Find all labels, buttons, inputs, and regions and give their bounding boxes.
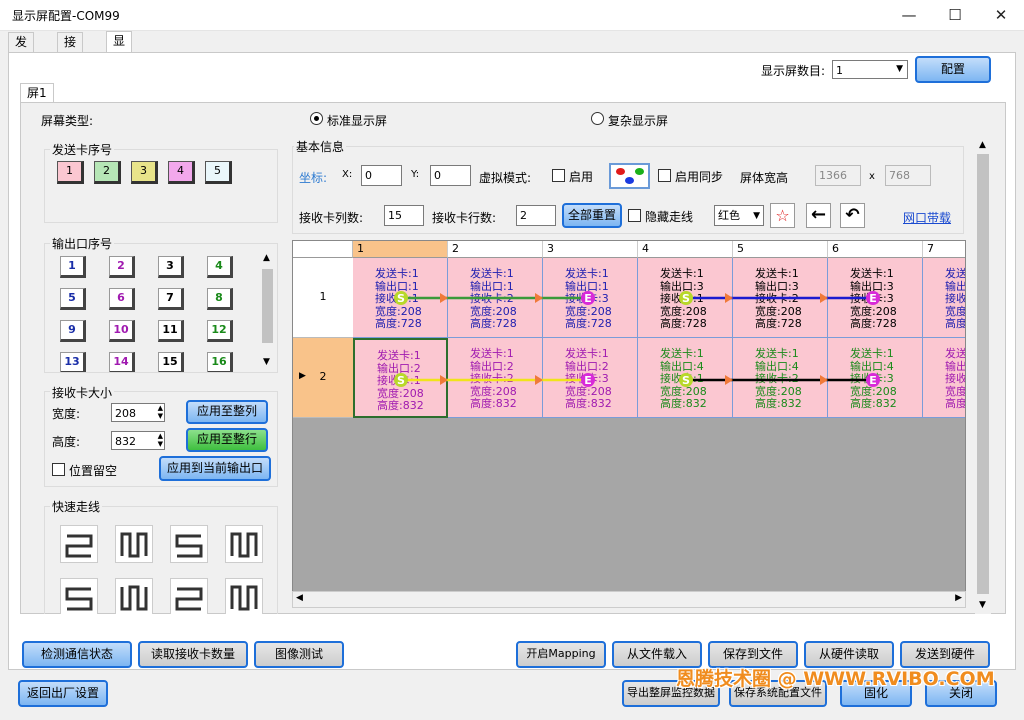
route-arrow-icon — [440, 375, 448, 385]
read-receiver-count-button[interactable]: 读取接收卡数量 — [138, 641, 248, 668]
panel-scroll-thumb[interactable] — [977, 154, 989, 594]
quick-route-pattern-icon[interactable] — [115, 578, 153, 614]
cols-label: 接收卡列数: — [299, 211, 364, 225]
coord-label: 坐标: — [299, 171, 328, 185]
virtual-pixel-icon[interactable] — [609, 163, 650, 189]
mapping-button[interactable]: 开启Mapping — [516, 641, 606, 668]
x-separator: x — [869, 171, 875, 182]
route-marker-letter: E — [869, 292, 877, 305]
color-select[interactable]: 红色 ▼ — [714, 205, 764, 226]
y-input[interactable]: 0 — [430, 165, 471, 186]
screen-width-input[interactable]: 1366 — [815, 165, 861, 186]
watermark: 恩腾技术圈 @ WWW.RVIBO.COM — [676, 668, 995, 690]
screen-height-input[interactable]: 768 — [885, 165, 931, 186]
route-marker-letter: E — [584, 292, 592, 305]
quick-route-pattern-icon[interactable] — [225, 578, 263, 614]
hide-route-label: 隐藏走线 — [645, 210, 694, 224]
quick-route-pattern-icon[interactable] — [170, 578, 208, 614]
route-marker-letter: E — [584, 374, 592, 387]
virtual-enable-checkbox[interactable] — [552, 169, 565, 182]
route-arrow-icon — [725, 293, 733, 303]
route-marker-letter: S — [682, 374, 690, 387]
x-label: X: — [342, 169, 353, 180]
app-window: 显示屏配置-COM99 — ☐ ✕ 发送卡 接收卡 显示屏连接 显示屏数目: 1… — [0, 0, 1024, 720]
undo-icon[interactable]: ↶ — [840, 203, 865, 228]
basic-info-title: 基本信息 — [294, 138, 347, 155]
route-marker-letter: E — [869, 374, 877, 387]
route-arrow-icon — [535, 293, 543, 303]
quick-route-pattern-icon[interactable] — [115, 525, 153, 563]
scroll-left-icon[interactable]: ◀ — [296, 593, 303, 603]
star-icon[interactable]: ☆ — [770, 203, 795, 228]
port-bandwidth-link[interactable]: 网口带载 — [903, 209, 951, 226]
cols-input[interactable]: 15 — [384, 205, 424, 226]
quick-route-pattern-icon[interactable] — [60, 525, 98, 563]
scroll-up-icon[interactable]: ▲ — [979, 140, 986, 150]
rows-label: 接收卡行数: — [432, 211, 497, 225]
chevron-down-icon: ▼ — [753, 211, 760, 221]
route-arrow-icon — [440, 293, 448, 303]
virtual-enable-label: 启用 — [569, 170, 594, 184]
quick-route-pattern-icon[interactable] — [170, 525, 208, 563]
route-arrow-icon — [535, 375, 543, 385]
route-lines: S E S E S E S E — [394, 291, 880, 387]
receiver-grid[interactable]: 1234567 12▶ 发送卡:1输出口:1接收卡:1宽度:208高度:728发… — [292, 240, 966, 608]
quick-route-pattern-icon[interactable] — [60, 578, 98, 614]
scroll-right-icon[interactable]: ▶ — [955, 593, 962, 603]
detect-comm-button[interactable]: 检测通信状态 — [22, 641, 132, 668]
y-label: Y: — [411, 169, 420, 180]
hide-route-checkbox[interactable] — [628, 209, 641, 222]
sync-checkbox[interactable] — [658, 169, 671, 182]
factory-reset-button[interactable]: 返回出厂设置 — [18, 680, 108, 707]
color-value: 红色 — [718, 209, 740, 222]
route-arrow-icon — [725, 375, 733, 385]
virtual-mode-label: 虚拟模式: — [479, 171, 532, 185]
route-marker-letter: S — [682, 292, 690, 305]
image-test-button[interactable]: 图像测试 — [254, 641, 344, 668]
route-arrow-icon — [820, 375, 828, 385]
route-marker-letter: S — [397, 292, 405, 305]
route-arrow-icon — [820, 293, 828, 303]
grid-hscrollbar[interactable]: ◀ ▶ — [292, 591, 966, 608]
screen-wh-label: 屏体宽高 — [740, 171, 789, 185]
arrow-left-icon[interactable]: ← — [806, 203, 831, 228]
route-marker-letter: S — [397, 374, 405, 387]
rows-input[interactable]: 2 — [516, 205, 556, 226]
x-input[interactable]: 0 — [361, 165, 402, 186]
sync-label: 启用同步 — [675, 170, 724, 184]
reset-all-button[interactable]: 全部重置 — [562, 203, 622, 228]
quick-route-pattern-icon[interactable] — [225, 525, 263, 563]
panel-vscrollbar[interactable]: ▲ ▼ — [975, 140, 991, 614]
scroll-down-icon[interactable]: ▼ — [979, 600, 986, 610]
